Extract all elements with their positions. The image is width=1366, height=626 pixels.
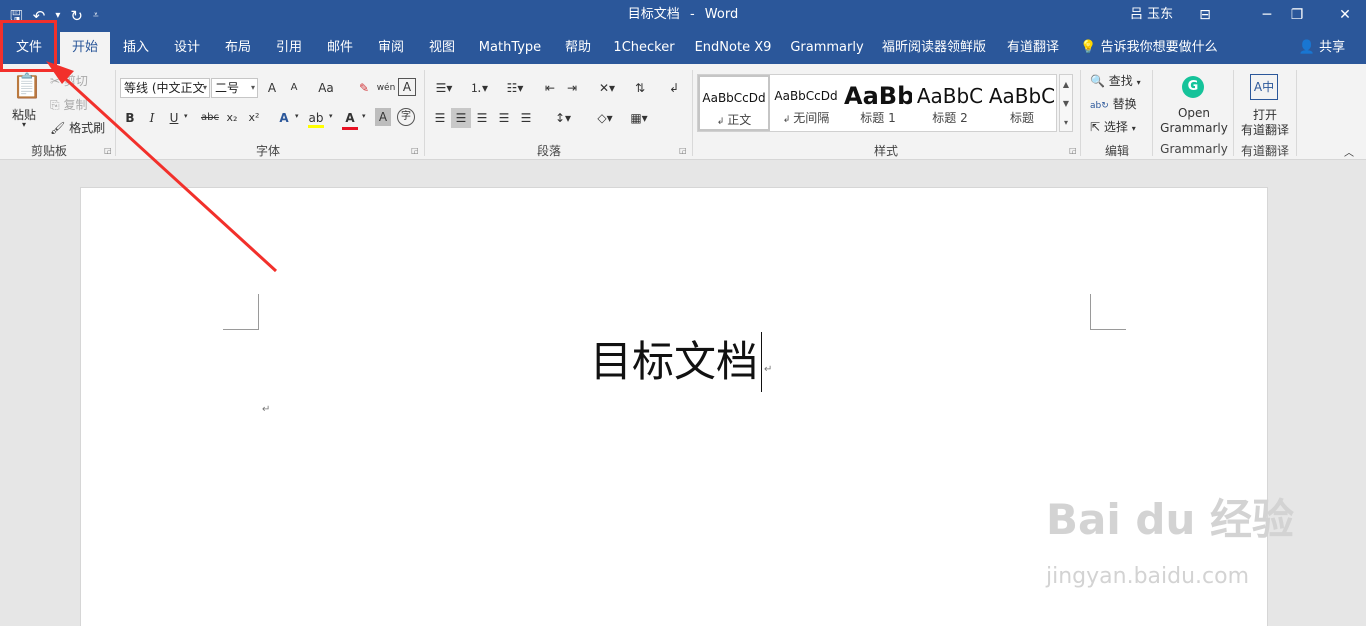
arrow-shaft: [56, 70, 278, 273]
arrow-head: [46, 61, 74, 84]
annotation-arrow: [46, 61, 278, 273]
